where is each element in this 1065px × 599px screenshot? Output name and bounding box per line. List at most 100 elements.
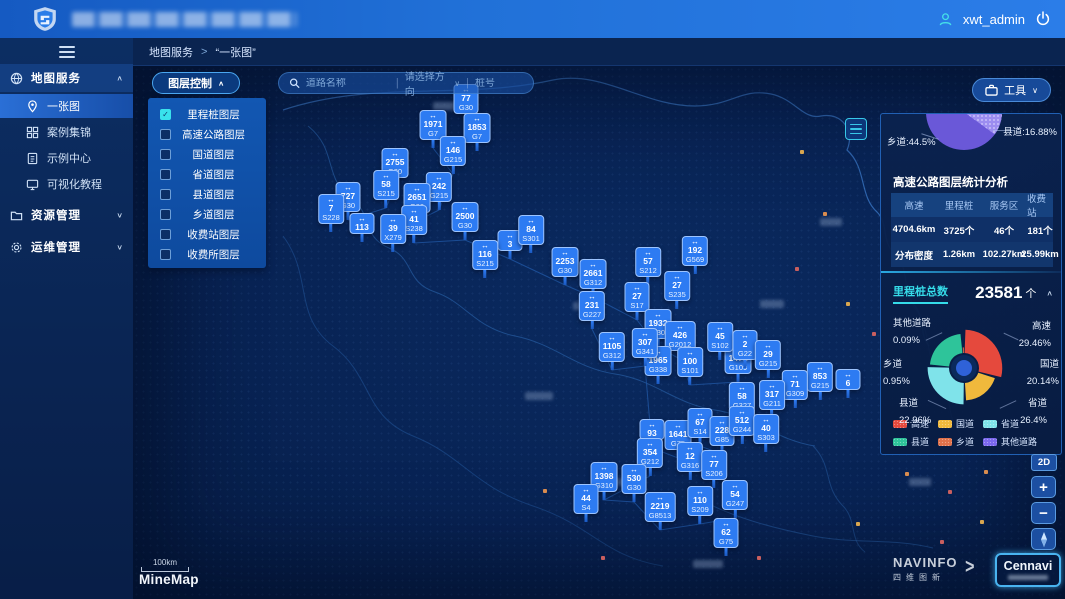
milestone-marker-S215[interactable]: ↔58S215 <box>373 170 399 208</box>
stats-panel-toggle[interactable] <box>845 118 867 140</box>
layer-row-高速公路图层[interactable]: 高速公路图层 <box>148 124 266 144</box>
milestone-marker-G7[interactable]: ↔1853G7 <box>464 113 491 151</box>
username-label[interactable]: xwt_admin <box>963 12 1025 27</box>
map-mode-2d-button[interactable]: 2D <box>1031 454 1057 471</box>
locate-button[interactable] <box>1031 528 1056 550</box>
sidebar-item-可视化教程[interactable]: 可视化教程 <box>0 172 133 196</box>
milestone-marker-G30[interactable]: ↔2500G30 <box>452 202 479 240</box>
milestone-marker-G75[interactable]: ↔62G75 <box>714 518 739 556</box>
two-way-arrow-icon: ↔ <box>358 215 366 222</box>
legend-item-县道[interactable]: 县道 <box>893 435 929 448</box>
layer-row-省道图层[interactable]: 省道图层 <box>148 164 266 184</box>
checkbox-unchecked[interactable] <box>160 149 171 160</box>
checkbox-unchecked[interactable] <box>160 189 171 200</box>
checkbox-unchecked[interactable] <box>160 249 171 260</box>
milestone-marker-G316[interactable]: ↔12G316 <box>677 442 703 480</box>
milestone-marker-S303[interactable]: ↔40S303 <box>753 414 779 452</box>
checkbox-unchecked[interactable] <box>160 229 171 240</box>
rose-label-国道: 国道20.14% <box>1027 356 1059 390</box>
search-icon <box>289 77 300 89</box>
rose-label-value: 0.09% <box>893 335 920 346</box>
marker-stem <box>636 312 639 320</box>
marker-box: ↔146G215 <box>440 136 466 166</box>
milestone-marker-G30[interactable]: ↔2253G30 <box>552 247 579 285</box>
milestone-marker-S212[interactable]: ↔57S212 <box>635 247 661 285</box>
briefcase-icon <box>985 84 998 96</box>
marker-stem <box>437 202 440 210</box>
rose-label-其他道路: 其他道路0.09% <box>893 315 931 349</box>
milestone-marker-S102[interactable]: ↔45S102 <box>707 322 733 360</box>
milestone-marker-G8513[interactable]: ↔2219G8513 <box>645 492 676 530</box>
layer-row-国道图层[interactable]: 国道图层 <box>148 144 266 164</box>
legend-item-国道[interactable]: 国道 <box>938 417 974 430</box>
milestone-marker-S4[interactable]: ↔44S4 <box>574 484 599 522</box>
sidebar-group-地图服务[interactable]: 地图服务∧ <box>0 64 133 92</box>
road-name-input[interactable] <box>306 78 390 89</box>
sidebar-collapse-icon[interactable] <box>59 46 75 58</box>
checkbox-checked[interactable]: ✓ <box>160 109 171 120</box>
legend-item-其他道路[interactable]: 其他道路 <box>983 435 1037 448</box>
direction-select[interactable]: 请选择方向 ∨ <box>405 68 460 98</box>
milestone-marker-G309[interactable]: ↔71G309 <box>782 370 808 408</box>
legend-swatch <box>983 438 997 446</box>
cennavi-logo[interactable]: Cennavi <box>995 553 1061 587</box>
milestone-marker-113[interactable]: ↔113 <box>350 213 375 242</box>
milestone-marker-G244[interactable]: ↔512G244 <box>729 406 755 444</box>
milestone-marker-S101[interactable]: ↔100S101 <box>677 347 703 385</box>
milestone-marker-G215[interactable]: ↔29G215 <box>755 340 781 378</box>
milestone-marker-G30[interactable]: ↔530G30 <box>622 464 647 502</box>
marker-road-code: S215 <box>377 189 395 198</box>
two-way-arrow-icon: ↔ <box>654 311 662 318</box>
tools-button[interactable]: 工具 ∨ <box>972 78 1051 102</box>
breadcrumb-item[interactable]: 地图服务 <box>149 44 193 60</box>
milestone-marker-S228[interactable]: ↔7S228 <box>318 194 344 232</box>
milestone-marker-G22[interactable]: ↔2G22 <box>733 330 758 368</box>
layer-control-toggle[interactable]: 图层控制 ∧ <box>152 72 240 94</box>
marker-number: 2651 <box>408 192 427 202</box>
marker-number: 116 <box>478 249 492 259</box>
stake-number-input[interactable] <box>475 78 523 89</box>
layer-row-里程桩图层[interactable]: ✓里程桩图层 <box>148 104 266 124</box>
sidebar-item-案例集锦[interactable]: 案例集锦 <box>0 120 133 144</box>
marker-box: ↔29G215 <box>755 340 781 370</box>
milestone-marker-G247[interactable]: ↔54G247 <box>722 480 748 518</box>
milestone-marker-G312[interactable]: ↔1105G312 <box>599 332 625 370</box>
milestone-marker-S235[interactable]: ↔27S235 <box>664 271 690 309</box>
milestone-marker-S215[interactable]: ↔116S215 <box>472 240 498 278</box>
logout-button[interactable] <box>1035 11 1051 27</box>
rose-label-省道: 省道26.4% <box>1020 395 1047 429</box>
layer-row-乡道图层[interactable]: 乡道图层 <box>148 204 266 224</box>
marker-number: 58 <box>737 391 746 401</box>
milestone-marker-G569[interactable]: ↔192G569 <box>682 236 708 274</box>
milestone-marker-G215[interactable]: ↔146G215 <box>440 136 466 174</box>
zoom-out-button[interactable]: − <box>1031 502 1056 524</box>
milestone-marker-S209[interactable]: ↔110S209 <box>687 486 713 524</box>
milestone-marker-G215[interactable]: ↔853G215 <box>807 362 833 400</box>
sidebar-item-示例中心[interactable]: 示例中心 <box>0 146 133 170</box>
milestone-marker-G341[interactable]: ↔307G341 <box>632 328 658 366</box>
checkbox-unchecked[interactable] <box>160 209 171 220</box>
legend-item-省道[interactable]: 省道 <box>983 417 1019 430</box>
layer-row-收费站图层[interactable]: 收费站图层 <box>148 224 266 244</box>
two-way-arrow-icon: ↔ <box>738 384 746 391</box>
milestone-marker-6[interactable]: ↔6 <box>836 369 861 398</box>
sidebar-group-资源管理[interactable]: 资源管理∨ <box>0 202 133 228</box>
marker-number: 93 <box>647 428 656 438</box>
layer-row-客运站图层[interactable]: 客运站图层 <box>148 264 266 268</box>
sidebar-group-运维管理[interactable]: 运维管理∨ <box>0 234 133 260</box>
layer-row-收费所图层[interactable]: 收费所图层 <box>148 244 266 264</box>
milestone-marker-S301[interactable]: ↔84S301 <box>518 215 544 253</box>
zoom-in-button[interactable]: + <box>1031 476 1056 498</box>
marker-number: 2219 <box>651 501 670 511</box>
map-canvas[interactable]: ↔77G30↔1971G7↔1853G7↔146G215↔2755G30↔58S… <box>133 66 1065 599</box>
legend-item-乡道[interactable]: 乡道 <box>938 435 974 448</box>
collapse-caret-icon[interactable]: ∧ <box>1046 289 1053 298</box>
rose-label-name: 国道 <box>1040 359 1059 370</box>
checkbox-unchecked[interactable] <box>160 169 171 180</box>
milestone-marker-G211[interactable]: ↔317G211 <box>759 380 785 418</box>
layer-row-县道图层[interactable]: 县道图层 <box>148 184 266 204</box>
sidebar-item-一张图[interactable]: 一张图 <box>0 94 133 118</box>
milestone-marker-G227[interactable]: ↔231G227 <box>579 291 605 329</box>
milestone-marker-X279[interactable]: ↔39X279 <box>380 214 406 252</box>
checkbox-unchecked[interactable] <box>160 129 171 140</box>
